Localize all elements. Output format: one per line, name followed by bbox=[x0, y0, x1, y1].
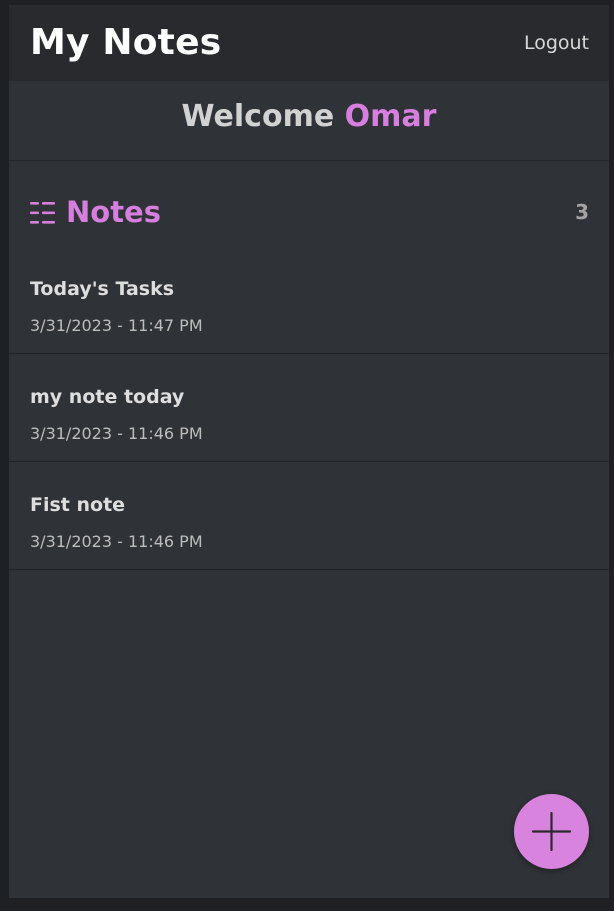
note-item[interactable]: Today's Tasks 3/31/2023 - 11:47 PM bbox=[9, 246, 609, 354]
notes-section-header: Notes 3 bbox=[9, 191, 609, 235]
note-date: 3/31/2023 - 11:47 PM bbox=[30, 316, 203, 335]
note-date: 3/31/2023 - 11:46 PM bbox=[30, 424, 203, 443]
plus-icon bbox=[531, 811, 572, 852]
note-title: Today's Tasks bbox=[30, 278, 175, 300]
logout-button[interactable]: Logout bbox=[524, 31, 589, 55]
welcome-banner: Welcome Omar bbox=[9, 81, 609, 161]
add-note-button[interactable] bbox=[514, 794, 589, 869]
note-title: Fist note bbox=[30, 494, 126, 516]
note-item[interactable]: my note today 3/31/2023 - 11:46 PM bbox=[9, 354, 609, 462]
note-date: 3/31/2023 - 11:46 PM bbox=[30, 532, 203, 551]
note-title: my note today bbox=[30, 386, 185, 408]
note-list: Today's Tasks 3/31/2023 - 11:47 PM my no… bbox=[9, 246, 609, 570]
notes-section-title: Notes bbox=[66, 195, 161, 229]
header-bar: My Notes Logout bbox=[9, 5, 609, 81]
notes-count: 3 bbox=[575, 200, 589, 224]
list-icon bbox=[30, 202, 55, 224]
note-item[interactable]: Fist note 3/31/2023 - 11:46 PM bbox=[9, 462, 609, 570]
welcome-greeting: Welcome bbox=[181, 99, 335, 134]
app-title: My Notes bbox=[30, 22, 222, 63]
welcome-user-name: Omar bbox=[344, 99, 437, 134]
app-window: My Notes Logout Welcome Omar Notes 3 Tod… bbox=[9, 5, 609, 898]
